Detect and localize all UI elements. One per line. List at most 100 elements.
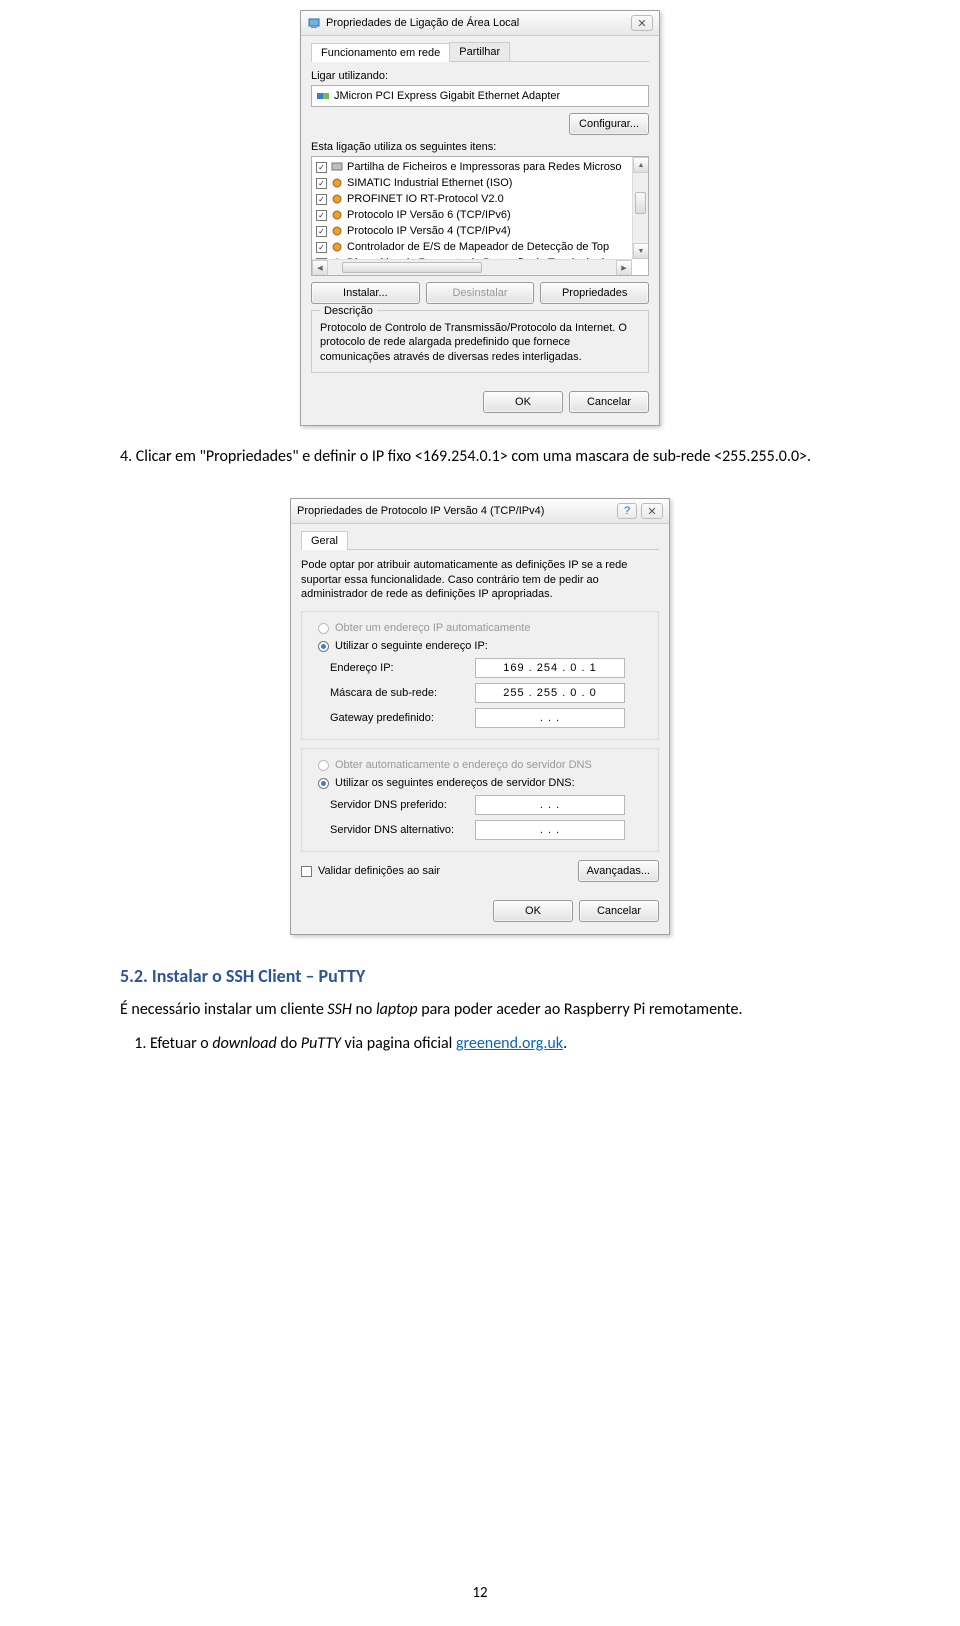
text: para poder aceder ao Raspberry Pi remota…	[418, 1000, 743, 1019]
dns-group: Obter automaticamente o endereço do serv…	[301, 748, 659, 852]
radio-label: Obter um endereço IP automaticamente	[335, 622, 530, 634]
text: Efetuar o	[150, 1034, 212, 1053]
list-item[interactable]: ✓ Protocolo IP Versão 4 (TCP/IPv4)	[312, 223, 648, 239]
ip-address-group: Obter um endereço IP automaticamente Uti…	[301, 611, 659, 740]
ok-button[interactable]: OK	[493, 900, 573, 922]
properties-button[interactable]: Propriedades	[540, 282, 649, 304]
protocol-icon	[331, 225, 343, 237]
close-icon: ✕	[647, 505, 656, 518]
radio-label: Utilizar os seguintes endereços de servi…	[335, 777, 575, 789]
ok-button[interactable]: OK	[483, 391, 563, 413]
radio-icon	[318, 623, 329, 634]
close-icon: ✕	[637, 17, 646, 30]
scroll-left-icon[interactable]: ◀	[312, 260, 328, 276]
radio-icon	[318, 641, 329, 652]
validate-label: Validar definições ao sair	[318, 865, 440, 877]
description-label: Descrição	[320, 305, 377, 317]
dialog-title: Propriedades de Ligação de Área Local	[326, 17, 631, 29]
section-heading: 5.2. Instalar o SSH Client – PuTTY	[120, 965, 840, 987]
install-button[interactable]: Instalar...	[311, 282, 420, 304]
dialog-titlebar: Propriedades de Ligação de Área Local ✕	[301, 11, 659, 36]
item-text: Protocolo IP Versão 6 (TCP/IPv6)	[347, 209, 511, 221]
help-button[interactable]: ?	[617, 503, 637, 519]
list-item[interactable]: ✓ Protocolo IP Versão 6 (TCP/IPv6)	[312, 207, 648, 223]
items-listbox[interactable]: ✓ Partilha de Ficheiros e Impressoras par…	[311, 156, 649, 276]
protocol-icon	[331, 209, 343, 221]
scroll-thumb[interactable]	[342, 262, 482, 273]
step-4-text: 4. Clicar em "Propriedades" e definir o …	[120, 446, 840, 468]
item-text: Partilha de Ficheiros e Impressoras para…	[347, 161, 622, 173]
configure-button[interactable]: Configurar...	[569, 113, 649, 135]
text-laptop: laptop	[376, 1000, 418, 1019]
checkbox-icon[interactable]: ✓	[316, 162, 327, 173]
cancel-button[interactable]: Cancelar	[569, 391, 649, 413]
text: .	[563, 1034, 567, 1053]
advanced-button[interactable]: Avançadas...	[578, 860, 659, 882]
list-item[interactable]: ✓ Controlador de E/S de Mapeador de Detec…	[312, 239, 648, 255]
text-ssh: SSH	[327, 1000, 351, 1019]
checkbox-icon[interactable]: ✓	[316, 178, 327, 189]
radio-dns-auto[interactable]: Obter automaticamente o endereço do serv…	[310, 759, 650, 771]
tabs: Funcionamento em rede Partilhar	[311, 42, 649, 62]
checkbox-icon[interactable]: ✓	[316, 210, 327, 221]
item-text: PROFINET IO RT-Protocol V2.0	[347, 193, 504, 205]
item-text: Controlador de E/S de Mapeador de Detecç…	[347, 241, 609, 253]
ipv4-properties-dialog: Propriedades de Protocolo IP Versão 4 (T…	[290, 498, 670, 935]
info-text: Pode optar por atribuir automaticamente …	[301, 558, 659, 601]
checkbox-icon[interactable]	[301, 866, 312, 877]
tab-networking[interactable]: Funcionamento em rede	[311, 43, 450, 62]
close-button[interactable]: ✕	[631, 15, 653, 31]
gateway-label: Gateway predefinido:	[330, 712, 475, 724]
description-group: Descrição Protocolo de Controlo de Trans…	[311, 310, 649, 373]
vertical-scrollbar[interactable]: ▲ ▼	[632, 157, 648, 259]
dns-alternate-input[interactable]: . . .	[475, 820, 625, 840]
step-list: Efetuar o download do PuTTY via pagina o…	[120, 1034, 840, 1053]
network-properties-dialog: Propriedades de Ligação de Área Local ✕ …	[300, 10, 660, 426]
connect-using-label: Ligar utilizando:	[311, 70, 649, 82]
scroll-up-icon[interactable]: ▲	[633, 157, 649, 173]
adapter-combo[interactable]: JMicron PCI Express Gigabit Ethernet Ada…	[311, 85, 649, 107]
scroll-right-icon[interactable]: ▶	[616, 260, 632, 276]
scroll-down-icon[interactable]: ▼	[633, 243, 649, 259]
description-text: Protocolo de Controlo de Transmissão/Pro…	[320, 321, 640, 364]
checkbox-icon[interactable]: ✓	[316, 242, 327, 253]
item-text: SIMATIC Industrial Ethernet (ISO)	[347, 177, 512, 189]
ip-address-input[interactable]: 169 . 254 . 0 . 1	[475, 658, 625, 678]
subnet-mask-label: Máscara de sub-rede:	[330, 687, 475, 699]
protocol-icon	[331, 241, 343, 253]
tab-general[interactable]: Geral	[301, 531, 348, 550]
text: no	[352, 1000, 376, 1019]
checkbox-icon[interactable]: ✓	[316, 194, 327, 205]
horizontal-scrollbar[interactable]: ◀ ▶	[312, 259, 632, 275]
cancel-button[interactable]: Cancelar	[579, 900, 659, 922]
validate-checkbox-row[interactable]: Validar definições ao sair	[301, 865, 440, 877]
ip-address-label: Endereço IP:	[330, 662, 475, 674]
dialog-titlebar: Propriedades de Protocolo IP Versão 4 (T…	[291, 499, 669, 524]
close-button[interactable]: ✕	[641, 503, 663, 519]
text: É necessário instalar um cliente	[120, 1000, 327, 1019]
uninstall-button: Desinstalar	[426, 282, 535, 304]
checkbox-icon[interactable]: ✓	[316, 226, 327, 237]
dialog-title: Propriedades de Protocolo IP Versão 4 (T…	[297, 505, 617, 517]
text: do	[277, 1034, 301, 1053]
item-text: Protocolo IP Versão 4 (TCP/IPv4)	[347, 225, 511, 237]
greenend-link[interactable]: greenend.org.uk	[456, 1034, 563, 1053]
page-number: 12	[0, 1584, 960, 1602]
radio-use-following[interactable]: Utilizar o seguinte endereço IP:	[310, 640, 650, 652]
dns-preferred-input[interactable]: . . .	[475, 795, 625, 815]
list-item[interactable]: ✓ PROFINET IO RT-Protocol V2.0	[312, 191, 648, 207]
dns-alternate-label: Servidor DNS alternativo:	[330, 824, 475, 836]
list-item: Efetuar o download do PuTTY via pagina o…	[150, 1034, 840, 1053]
radio-obtain-auto[interactable]: Obter um endereço IP automaticamente	[310, 622, 650, 634]
radio-label: Obter automaticamente o endereço do serv…	[335, 759, 592, 771]
list-item[interactable]: ✓ Partilha de Ficheiros e Impressoras par…	[312, 159, 648, 175]
gateway-input[interactable]: . . .	[475, 708, 625, 728]
scroll-thumb[interactable]	[635, 192, 646, 214]
help-icon: ?	[624, 505, 630, 517]
adapter-icon	[316, 89, 330, 103]
radio-dns-manual[interactable]: Utilizar os seguintes endereços de servi…	[310, 777, 650, 789]
tab-sharing[interactable]: Partilhar	[449, 42, 510, 61]
list-item[interactable]: ✓ SIMATIC Industrial Ethernet (ISO)	[312, 175, 648, 191]
adapter-name: JMicron PCI Express Gigabit Ethernet Ada…	[334, 90, 560, 102]
subnet-mask-input[interactable]: 255 . 255 . 0 . 0	[475, 683, 625, 703]
